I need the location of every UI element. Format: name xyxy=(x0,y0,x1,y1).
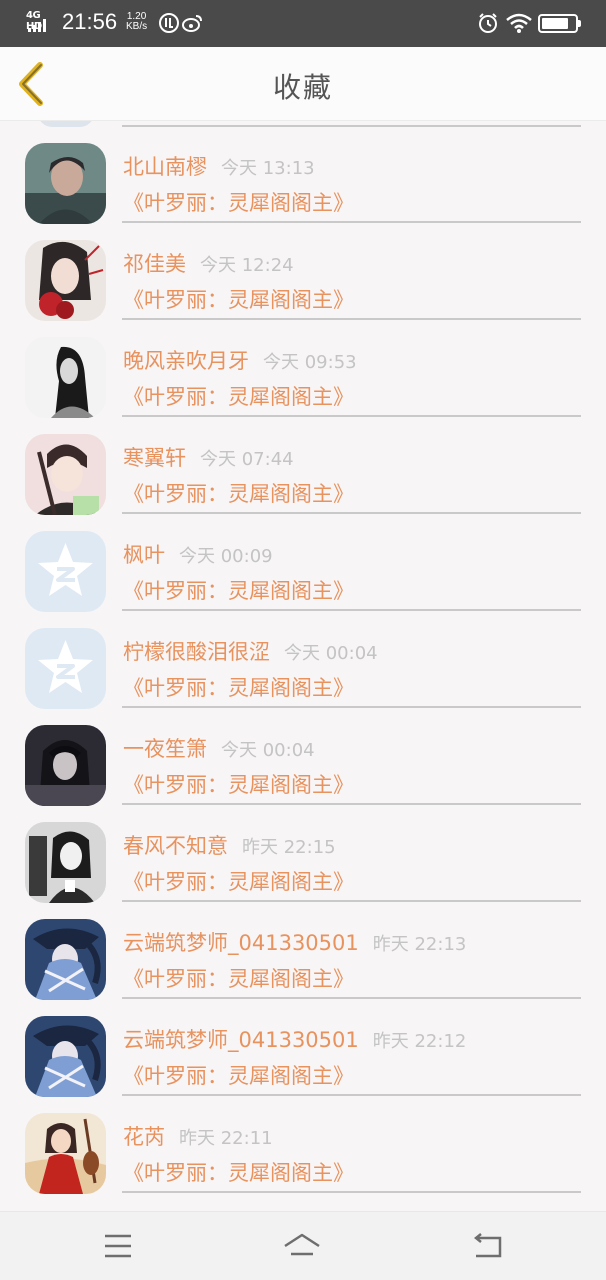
book-title[interactable]: 《叶罗丽：灵犀阁阁主》 xyxy=(123,575,354,605)
speed-unit: KB/s xyxy=(126,21,148,32)
name-line: 枫叶 今天 00:09 xyxy=(123,539,273,569)
divider xyxy=(122,1191,581,1193)
page-title: 收藏 xyxy=(272,71,333,104)
user-name[interactable]: 寒翼轩 xyxy=(123,446,186,470)
name-line: 北山南樛 今天 13:13 xyxy=(123,151,315,181)
battery-icon xyxy=(538,14,581,33)
name-line: 柠檬很酸泪很涩 今天 00:04 xyxy=(123,636,378,666)
name-line: 花芮 昨天 22:11 xyxy=(123,1121,273,1151)
list-item[interactable]: 寒翼轩 今天 07:44 《叶罗丽：灵犀阁阁主》 xyxy=(0,412,606,515)
timestamp: 今天 00:09 xyxy=(179,546,273,567)
menu-button[interactable] xyxy=(98,1230,138,1262)
user-name[interactable]: 一夜笙箫 xyxy=(123,737,207,761)
book-title[interactable]: 《叶罗丽：灵犀阁阁主》 xyxy=(123,769,354,799)
list-item[interactable]: 北山南樛 今天 13:13 《叶罗丽：灵犀阁阁主》 xyxy=(0,121,606,224)
name-line: 一夜笙箫 今天 00:04 xyxy=(123,733,315,763)
clock: 21:56 xyxy=(62,9,118,34)
menu-icon xyxy=(105,1234,131,1258)
network-speed: 1.20 KB/s xyxy=(126,12,147,32)
list-item[interactable]: 花芮 昨天 22:11 《叶罗丽：灵犀阁阁主》 xyxy=(0,1091,606,1194)
avatar xyxy=(25,1113,106,1194)
status-bar: 4G HD 21:56 1.20 KB/s xyxy=(0,0,606,47)
timestamp: 今天 09:53 xyxy=(263,352,357,373)
qzone-star-icon xyxy=(25,628,106,709)
avatar xyxy=(25,434,106,515)
back-arrow-icon xyxy=(473,1233,502,1258)
timestamp: 今天 00:04 xyxy=(284,643,378,664)
avatar xyxy=(25,531,106,612)
system-nav-bar xyxy=(0,1211,606,1280)
name-line: 祁佳美 今天 12:24 xyxy=(123,248,294,278)
avatar xyxy=(25,725,106,806)
qzone-star-icon xyxy=(25,531,106,612)
header: 收藏 xyxy=(0,47,606,121)
book-title[interactable]: 《叶罗丽：灵犀阁阁主》 xyxy=(123,284,354,314)
timestamp: 昨天 22:12 xyxy=(372,1031,467,1052)
avatar xyxy=(25,1016,106,1097)
avatar xyxy=(25,143,106,224)
list-item[interactable]: 枫叶 今天 00:09 《叶罗丽：灵犀阁阁主》 xyxy=(0,509,606,612)
alarm-icon xyxy=(479,13,497,33)
timestamp: 今天 13:13 xyxy=(221,158,315,179)
name-line: 寒翼轩 今天 07:44 xyxy=(123,442,294,472)
user-name[interactable]: 枫叶 xyxy=(123,543,165,567)
list-item[interactable]: 晚风亲吹月牙 今天 09:53 《叶罗丽：灵犀阁阁主》 xyxy=(0,315,606,418)
back-nav-button[interactable] xyxy=(468,1230,508,1262)
notification-app-icon xyxy=(159,13,179,33)
signal-icon: 4G HD xyxy=(26,10,54,36)
timestamp: 昨天 22:13 xyxy=(372,934,467,955)
wifi-icon xyxy=(506,13,532,33)
user-name[interactable]: 云端筑梦师_041330501 xyxy=(123,1028,359,1052)
name-line: 云端筑梦师_041330501 昨天 22:12 xyxy=(123,1024,466,1054)
book-title[interactable]: 《叶罗丽：灵犀阁阁主》 xyxy=(123,1060,354,1090)
user-name[interactable]: 晚风亲吹月牙 xyxy=(123,349,249,373)
name-line: 春风不知意 昨天 22:15 xyxy=(123,830,336,860)
avatar xyxy=(25,337,106,418)
weibo-icon xyxy=(182,15,202,32)
avatar xyxy=(25,628,106,709)
user-name[interactable]: 云端筑梦师_041330501 xyxy=(123,931,359,955)
user-name[interactable]: 祁佳美 xyxy=(123,252,186,276)
timestamp: 今天 00:04 xyxy=(221,740,315,761)
list-item[interactable]: 春风不知意 昨天 22:15 《叶罗丽：灵犀阁阁主》 xyxy=(0,800,606,903)
avatar xyxy=(25,240,106,321)
home-button[interactable] xyxy=(282,1230,322,1262)
book-title[interactable]: 《叶罗丽：灵犀阁阁主》 xyxy=(123,1157,354,1187)
book-title[interactable]: 《叶罗丽：灵犀阁阁主》 xyxy=(123,478,354,508)
book-title[interactable]: 《叶罗丽：灵犀阁阁主》 xyxy=(123,672,354,702)
timestamp: 昨天 22:11 xyxy=(179,1128,273,1149)
timestamp: 今天 07:44 xyxy=(200,449,294,470)
name-line: 云端筑梦师_041330501 昨天 22:13 xyxy=(123,927,466,957)
timestamp: 昨天 22:15 xyxy=(242,837,336,858)
list-item[interactable]: 云端筑梦师_041330501 昨天 22:12 《叶罗丽：灵犀阁阁主》 xyxy=(0,994,606,1097)
user-name[interactable]: 柠檬很酸泪很涩 xyxy=(123,640,270,664)
user-name[interactable]: 花芮 xyxy=(123,1125,165,1149)
timestamp: 今天 12:24 xyxy=(200,255,294,276)
book-title[interactable]: 《叶罗丽：灵犀阁阁主》 xyxy=(123,866,354,896)
favorites-list[interactable]: 北山南樛 今天 13:13 《叶罗丽：灵犀阁阁主》 祁佳美 今天 12:24 《叶罗… xyxy=(0,121,606,1211)
avatar xyxy=(25,919,106,1000)
user-name[interactable]: 北山南樛 xyxy=(123,155,207,179)
list-item[interactable]: 一夜笙箫 今天 00:04 《叶罗丽：灵犀阁阁主》 xyxy=(0,703,606,806)
list-item[interactable]: 祁佳美 今天 12:24 《叶罗丽：灵犀阁阁主》 xyxy=(0,218,606,321)
list-item[interactable]: 云端筑梦师_041330501 昨天 22:13 《叶罗丽：灵犀阁阁主》 xyxy=(0,897,606,1000)
book-title[interactable]: 《叶罗丽：灵犀阁阁主》 xyxy=(123,963,354,993)
home-icon xyxy=(284,1233,320,1256)
name-line: 晚风亲吹月牙 今天 09:53 xyxy=(123,345,357,375)
book-title[interactable]: 《叶罗丽：灵犀阁阁主》 xyxy=(123,187,354,217)
avatar xyxy=(25,822,106,903)
user-name[interactable]: 春风不知意 xyxy=(123,834,228,858)
list-item[interactable]: 柠檬很酸泪很涩 今天 00:04 《叶罗丽：灵犀阁阁主》 xyxy=(0,606,606,709)
book-title[interactable]: 《叶罗丽：灵犀阁阁主》 xyxy=(123,381,354,411)
